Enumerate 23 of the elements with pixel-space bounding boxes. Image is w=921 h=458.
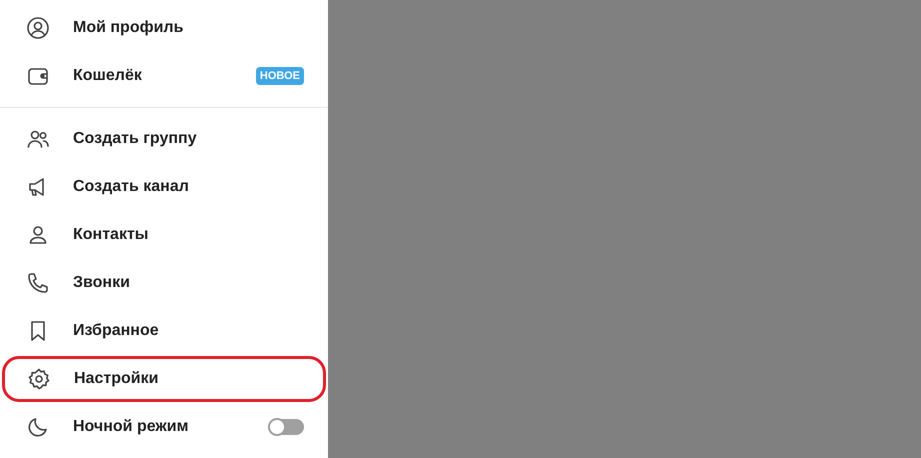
menu-item[interactable]: Создать группу xyxy=(0,115,328,163)
menu-label: Звонки xyxy=(73,273,131,293)
menu-item[interactable]: Избранное xyxy=(0,307,328,355)
profile-icon xyxy=(26,16,50,40)
menu-item[interactable]: Мой профиль xyxy=(0,4,328,52)
menu-label: Создать канал xyxy=(73,177,190,197)
settings-icon xyxy=(27,367,51,391)
menu-item[interactable]: Звонки xyxy=(0,259,328,307)
menu-label: Контакты xyxy=(73,225,150,245)
menu-label: Настройки xyxy=(74,369,160,389)
phone-icon xyxy=(26,271,50,295)
menu-label: Ночной режим xyxy=(73,417,190,437)
menu-item[interactable]: Настройки xyxy=(1,355,327,403)
menu-item[interactable]: Контакты xyxy=(0,211,328,259)
menu-label: Мой профиль xyxy=(73,18,184,38)
menu-label: Избранное xyxy=(73,321,160,341)
menu-item[interactable]: Кошелёк НОВОЕ xyxy=(0,52,328,100)
toggle-switch[interactable] xyxy=(268,419,304,435)
menu-label: Кошелёк xyxy=(73,66,143,86)
menu-toggle-item[interactable]: Ночной режим xyxy=(0,403,328,451)
new-badge: НОВОЕ xyxy=(256,66,304,86)
menu-item[interactable]: Создать канал xyxy=(0,163,328,211)
menu-label: Создать группу xyxy=(73,129,198,149)
